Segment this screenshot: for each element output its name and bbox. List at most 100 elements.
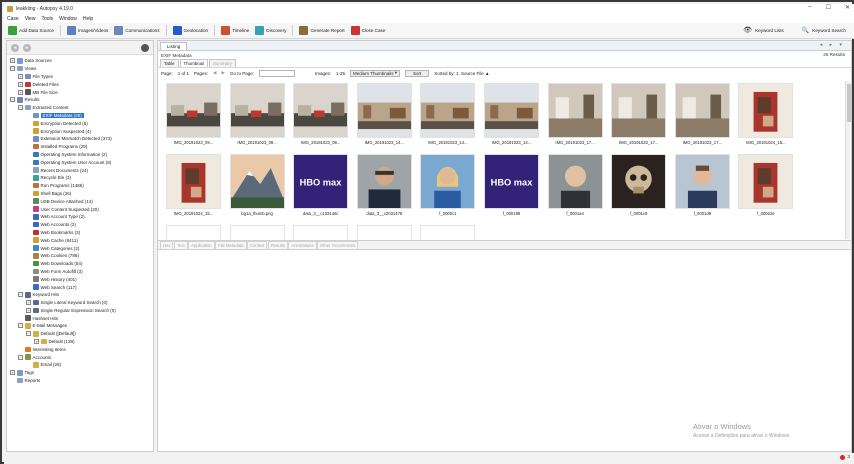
tree-node[interactable]: Web Downloads (54) [7, 260, 153, 268]
back-arrow-icon[interactable]: ◂ [11, 43, 19, 52]
thumbnail-item-partial[interactable] [418, 225, 477, 239]
thumbnail-item[interactable]: f_00022e [736, 154, 795, 218]
next-page-arrow-icon[interactable]: ▶ [222, 70, 225, 76]
tab-listing[interactable]: Listing [160, 42, 188, 50]
gear-icon[interactable] [141, 44, 149, 52]
tab-thumbnail[interactable]: Thumbnail [179, 59, 208, 67]
tree-node[interactable]: + Single Regular Expression Search (0) [7, 307, 153, 315]
keyword-lists-button[interactable]: 👁 Keyword Lists [743, 26, 784, 34]
menu-view[interactable]: View [25, 16, 36, 22]
thumbnail-item[interactable]: IMG_20191024_15... [164, 154, 223, 218]
tab-annotations[interactable]: Annotations [288, 241, 317, 249]
communications-button[interactable]: Communications [114, 26, 160, 35]
tab-results[interactable]: Results [267, 241, 288, 249]
tree-node[interactable]: + Data Sources [7, 57, 153, 65]
tree-node[interactable]: Recycle Bin (3) [7, 174, 153, 182]
thumbnail-item[interactable]: IMG_20191023_14... [418, 83, 477, 147]
tree-node[interactable]: Web Search (117) [7, 283, 153, 291]
tree-node[interactable]: Web Account Type (2) [7, 213, 153, 221]
thumbnail-item-partial[interactable] [291, 225, 350, 239]
expand-toggle-icon[interactable]: − [18, 354, 23, 360]
tab-table[interactable]: Table [160, 59, 179, 67]
tree-node[interactable]: + File Types [7, 73, 153, 81]
menu-case[interactable]: Case [7, 16, 19, 22]
tree-node[interactable]: Reports [7, 377, 153, 385]
add-data-source-button[interactable]: Add Data Source [8, 26, 54, 35]
tree-node[interactable]: Installed Programs (29) [7, 143, 153, 151]
tree-node[interactable]: Web Form Autofill (3) [7, 268, 153, 276]
tree-node[interactable]: Encryption Suspected (4) [7, 127, 153, 135]
tree-node[interactable]: Operating System User Account (8) [7, 158, 153, 166]
geolocation-button[interactable]: Geolocation [172, 26, 208, 35]
expand-toggle-icon[interactable]: + [26, 307, 31, 313]
expand-toggle-icon[interactable]: + [26, 300, 31, 306]
close-case-button[interactable]: Close Case [350, 26, 385, 35]
tree-node[interactable]: Web Accounts (2) [7, 221, 153, 229]
tree-node[interactable]: − Keyword Hits [7, 291, 153, 299]
tree-node[interactable]: + Tags [7, 369, 153, 377]
tree-node[interactable]: − Accounts [7, 353, 153, 361]
thumbnail-item[interactable]: IMG_20191023_09... [228, 83, 287, 147]
tree-node[interactable]: Web Cache (8411) [7, 236, 153, 244]
menu-tools[interactable]: Tools [41, 16, 53, 22]
expand-toggle-icon[interactable]: − [18, 323, 23, 329]
thumbnail-item[interactable]: IMG_20191023_14... [482, 83, 541, 147]
timeline-button[interactable]: Timeline [221, 26, 249, 35]
tree-node[interactable]: − Extracted Content [7, 104, 153, 112]
thumbnail-item[interactable]: f_0000c1 [418, 154, 477, 218]
thumbnail-item-partial[interactable] [228, 225, 287, 239]
tab-file-metadata[interactable]: File Metadata [215, 241, 247, 249]
thumbnail-item[interactable]: f_0001c9 [609, 154, 668, 218]
tree-node[interactable]: Web History (401) [7, 275, 153, 283]
menu-window[interactable]: Window [59, 16, 77, 22]
tree-node[interactable]: − Views [7, 65, 153, 73]
thumbnail-size-select[interactable]: Medium Thumbnails ▾ [350, 69, 400, 77]
go-to-page-input[interactable] [259, 69, 296, 77]
expand-toggle-icon[interactable]: + [10, 370, 15, 376]
tree-node[interactable]: User Content Suspected (20) [7, 205, 153, 213]
tree-node[interactable]: − Default ([Default]) [7, 330, 153, 338]
discovery-button[interactable]: Discovery [255, 26, 286, 35]
thumbnail-item[interactable]: HBO max f_000198 [482, 154, 541, 218]
tab-text[interactable]: Text [173, 241, 188, 249]
tab-navigation-controls[interactable]: ◂ ▸ ▾ [820, 42, 845, 48]
tree-node[interactable]: Run Programs (1486) [7, 182, 153, 190]
prev-page-arrow-icon[interactable]: ◀ [213, 70, 216, 76]
keyword-search-button[interactable]: 🔍 Keyword Search [802, 27, 846, 34]
tree-node[interactable]: Operating System Information (2) [7, 151, 153, 159]
tree-node[interactable]: USB Device Attached (14) [7, 197, 153, 205]
thumbnail-item[interactable]: IMG_20191023_17... [673, 83, 732, 147]
tree-node[interactable]: Email (26) [7, 361, 153, 369]
tree-node[interactable]: Encryption Detected (6) [7, 119, 153, 127]
error-indicator[interactable]: 3 [840, 455, 850, 460]
thumbnail-item[interactable]: IMG_20191024_15... [736, 83, 795, 147]
thumbnail-item[interactable]: IMG_20191023_09... [291, 83, 350, 147]
tree-node[interactable]: Web Categories (2) [7, 244, 153, 252]
tree-node[interactable]: + MB File Size [7, 88, 153, 96]
maximize-button[interactable]: ☐ [826, 4, 831, 11]
tree-node[interactable]: − E-Mail Messages [7, 322, 153, 330]
tree-node[interactable]: Recent Documents (24) [7, 166, 153, 174]
tree-node[interactable]: Web Bookmarks (3) [7, 229, 153, 237]
thumbnail-item[interactable]: IMG_20191023_17... [609, 83, 668, 147]
tree-node[interactable]: Hashset Hits [7, 314, 153, 322]
expand-toggle-icon[interactable]: + [18, 81, 23, 87]
expand-toggle-icon[interactable]: − [18, 105, 23, 111]
tab-hex[interactable]: Hex [160, 241, 174, 249]
expand-toggle-icon[interactable]: − [10, 66, 15, 72]
forward-arrow-icon[interactable]: ▸ [23, 43, 31, 52]
thumbnail-item[interactable]: HBO max data_3__c103146c [291, 154, 350, 218]
tree-node[interactable]: Web Cookies (786) [7, 252, 153, 260]
expand-toggle-icon[interactable]: − [18, 292, 23, 298]
tab-application[interactable]: Application [188, 241, 215, 249]
thumbnail-item[interactable]: f_0001d9 [673, 154, 732, 218]
expand-toggle-icon[interactable]: + [10, 58, 15, 64]
thumbnail-item[interactable]: IMG_20191023_17... [546, 83, 605, 147]
tree-node[interactable]: Shell Bags (26) [7, 190, 153, 198]
scrollbar-thumb[interactable] [846, 84, 851, 122]
thumbnail-item[interactable]: IMG_20191023_09... [164, 83, 223, 147]
tree-node[interactable]: EXIF Metadata (25) [7, 112, 153, 120]
minimize-button[interactable]: – [808, 4, 811, 11]
tab-context[interactable]: Context [247, 241, 268, 249]
tree-node[interactable]: + Default (138) [7, 338, 153, 346]
